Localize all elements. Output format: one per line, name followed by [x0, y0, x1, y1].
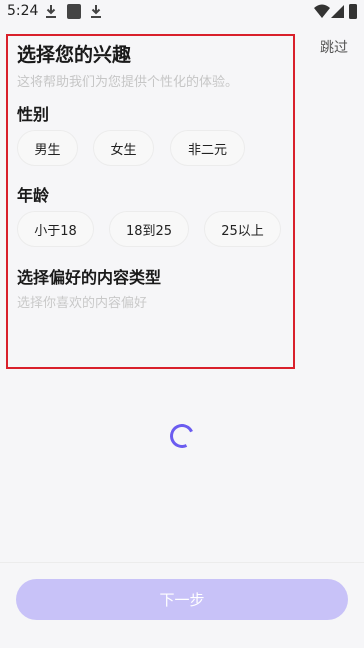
content-type-heading: 选择偏好的内容类型	[17, 268, 162, 287]
interest-selection-screen: 5:24 跳过 选择您的兴趣 这将帮助我们为您提供个性化的体验。 性别 男生 女…	[0, 0, 364, 648]
age-heading: 年龄	[17, 186, 50, 205]
age-option-under-18[interactable]: 小于18	[17, 211, 94, 247]
wifi-icon	[314, 4, 330, 18]
page-subtitle: 这将帮助我们为您提供个性化的体验。	[17, 75, 239, 90]
loading-spinner-icon	[166, 420, 198, 452]
skip-button[interactable]: 跳过	[320, 37, 348, 57]
content-type-hint: 选择你喜欢的内容偏好	[17, 296, 148, 311]
status-time: 5:24	[7, 3, 39, 19]
footer-divider	[0, 562, 364, 563]
gender-heading: 性别	[17, 105, 50, 124]
gender-option-male[interactable]: 男生	[17, 130, 78, 166]
next-step-button[interactable]: 下一步	[16, 579, 348, 620]
app-square-icon	[67, 4, 81, 19]
signal-icon	[331, 5, 344, 18]
gender-option-female[interactable]: 女生	[93, 130, 154, 166]
page-title: 选择您的兴趣	[17, 44, 132, 66]
age-option-over-25[interactable]: 25以上	[204, 211, 281, 247]
home-indicator	[0, 640, 364, 648]
download-icon	[46, 5, 56, 18]
status-bar: 5:24	[0, 0, 364, 24]
age-option-18-25[interactable]: 18到25	[109, 211, 189, 247]
battery-icon	[349, 4, 357, 19]
gender-option-nonbinary[interactable]: 非二元	[170, 130, 245, 166]
download-icon	[91, 5, 101, 18]
interest-form: 选择您的兴趣 这将帮助我们为您提供个性化的体验。 性别 男生 女生 非二元 年龄…	[6, 34, 295, 369]
